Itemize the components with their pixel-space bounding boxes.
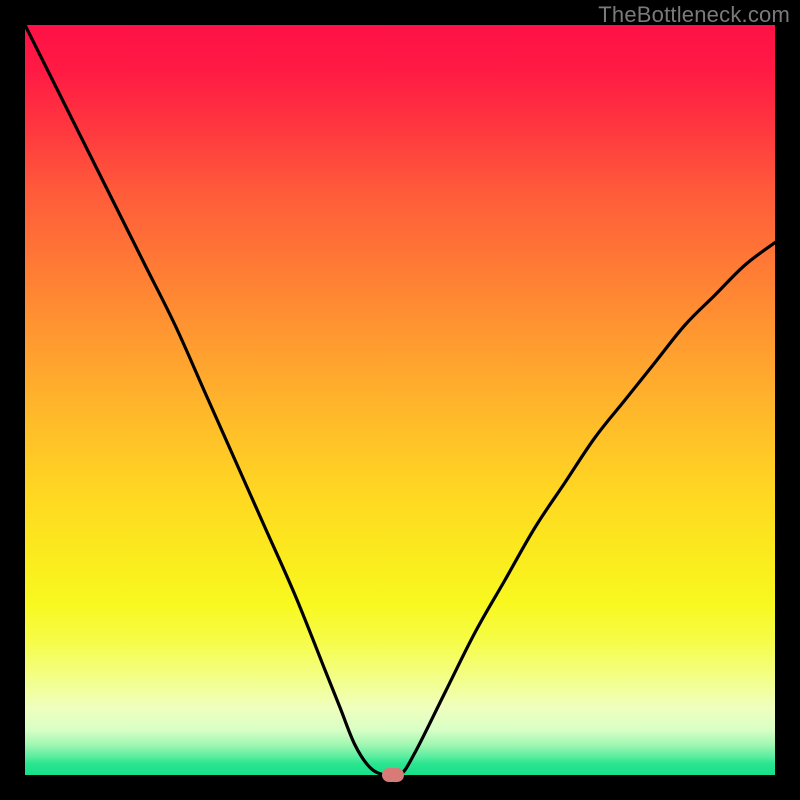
chart-frame: TheBottleneck.com <box>0 0 800 800</box>
watermark-text: TheBottleneck.com <box>598 2 790 28</box>
bottleneck-curve <box>25 25 775 775</box>
optimum-marker <box>382 768 404 782</box>
